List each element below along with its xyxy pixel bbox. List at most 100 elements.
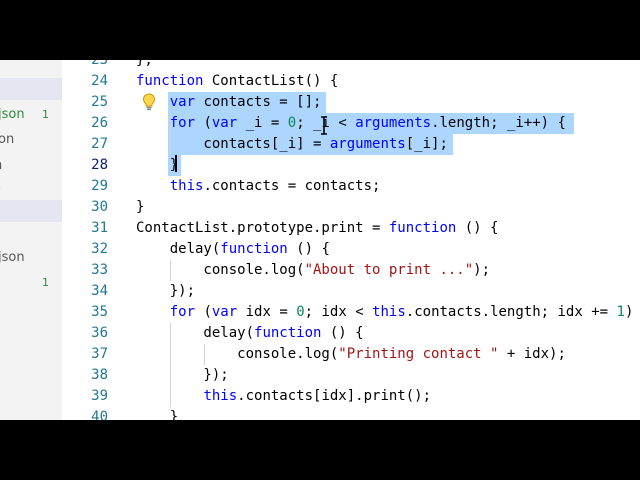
code-text: ContactList.prototype.print = function (…	[136, 218, 498, 239]
code-token: this	[203, 388, 238, 404]
code-token: }	[136, 409, 179, 420]
code-line[interactable]: 38 });	[62, 365, 640, 386]
sidebar-file-name: on	[0, 132, 15, 147]
line-number: 37	[91, 346, 108, 362]
code-token: (	[195, 115, 212, 131]
code-line[interactable]: 32 delay(function () {	[62, 239, 640, 260]
code-token: arguments	[355, 115, 432, 131]
code-line[interactable]: 23};	[62, 60, 640, 71]
code-line[interactable]: 29 this.contacts = contacts;	[62, 176, 640, 197]
line-number: 25	[91, 94, 108, 110]
line-number: 35	[91, 304, 108, 320]
code-line[interactable]: 31 ContactList.prototype.print = function…	[62, 218, 640, 239]
code-line[interactable]: 35 for (var idx = 0; idx < this.contacts…	[62, 302, 640, 323]
code-text: delay(function () {	[136, 239, 330, 260]
code-token: for	[169, 304, 196, 320]
code-token: this	[169, 178, 204, 194]
code-token: delay(	[136, 241, 221, 257]
code-text: });	[136, 365, 229, 386]
code-token: 0	[296, 304, 305, 320]
line-number: 34	[91, 283, 108, 299]
lightbulb-icon[interactable]	[142, 93, 156, 111]
line-number: 24	[91, 73, 108, 89]
code-token: .length; _i++) {	[431, 115, 566, 131]
code-token: );	[473, 262, 491, 278]
code-text: }	[136, 155, 178, 176]
code-text: for (var idx = 0; idx < this.contacts.le…	[136, 302, 634, 323]
code-token: console.log(	[136, 262, 305, 278]
sidebar-file-item[interactable]: on	[0, 130, 62, 150]
code-text: console.log("About to print ...");	[136, 260, 490, 281]
code-token: }	[136, 157, 179, 173]
code-token: .contacts[idx].print();	[237, 388, 432, 404]
sidebar-file-name: s	[0, 177, 1, 197]
explorer-sidebar: json 1 on n s json 1	[0, 60, 62, 420]
code-token: var	[211, 115, 238, 131]
code-token: function	[254, 325, 322, 341]
code-text: };	[136, 60, 153, 71]
screen: json 1 on n s json 1 23};24function Con	[0, 60, 640, 420]
code-line[interactable]: 37 console.log("Printing contact " + idx…	[62, 344, 640, 365]
code-line[interactable]: 24 function ContactList() {	[62, 71, 640, 92]
line-number: 36	[91, 325, 108, 341]
code-text: });	[136, 281, 195, 302]
code-token: (	[195, 304, 212, 320]
code-text: }	[136, 407, 178, 420]
code-line[interactable]: 26 for (var _i = 0; _i < arguments.lengt…	[62, 113, 640, 134]
code-token: function	[220, 241, 288, 257]
code-token: .contacts.length; idx +=	[405, 304, 617, 320]
sidebar-selected-band	[0, 78, 62, 100]
code-line[interactable]: 40 }	[62, 407, 640, 420]
code-line[interactable]: 27 contacts[_i] = arguments[_i];	[62, 134, 640, 155]
code-text: this.contacts[idx].print();	[136, 386, 431, 407]
code-text: contacts[_i] = arguments[_i];	[136, 134, 447, 155]
code-token: contacts = [];	[195, 94, 322, 110]
code-line[interactable]: 28 }	[62, 155, 640, 176]
code-token: ContactList() {	[203, 73, 339, 89]
code-line[interactable]: 30}	[62, 197, 640, 218]
sidebar-file-badge: 1	[42, 108, 49, 121]
code-text: function ContactList() {	[136, 71, 338, 92]
line-number: 32	[91, 241, 108, 257]
code-token: 0	[287, 115, 297, 131]
code-token: contacts[_i] =	[136, 136, 330, 152]
code-line[interactable]: 39 this.contacts[idx].print();	[62, 386, 640, 407]
line-number: 40	[91, 409, 108, 420]
code-token: () {	[456, 220, 499, 236]
line-number: 31	[91, 220, 108, 236]
code-token: var	[211, 304, 238, 320]
code-line[interactable]: 36 delay(function () {	[62, 323, 640, 344]
code-text: this.contacts = contacts;	[136, 176, 381, 197]
sidebar-file-item[interactable]: json	[0, 248, 62, 268]
line-number: 29	[91, 178, 108, 194]
line-number: 23	[91, 60, 108, 68]
code-text: delay(function () {	[136, 323, 363, 344]
code-token: function	[388, 220, 457, 236]
sidebar-file-item[interactable]: s	[0, 177, 62, 197]
ibeam-pointer-icon	[321, 116, 327, 135]
code-token: });	[136, 283, 196, 299]
code-token: idx =	[237, 304, 297, 320]
line-number: 30	[91, 199, 108, 215]
code-text: for (var _i = 0; _i < arguments.length; …	[136, 113, 566, 134]
code-editor[interactable]: 23}; 24 function ContactList() { 25 var con…	[62, 60, 640, 420]
code-token: _i =	[237, 115, 288, 131]
sidebar-file-name: json	[0, 107, 25, 122]
code-text: console.log("Printing contact " + idx);	[136, 344, 566, 365]
sidebar-file-item[interactable]: n	[0, 156, 62, 176]
code-line[interactable]: 34 });	[62, 281, 640, 302]
code-token: }	[136, 199, 145, 215]
line-number: 27	[91, 136, 108, 152]
code-text: var contacts = [];	[136, 92, 322, 113]
code-token: 1	[616, 304, 625, 320]
code-line[interactable]: 33 console.log("About to print ...");	[62, 260, 640, 281]
line-number: 33	[91, 262, 108, 278]
code-token: var	[169, 94, 196, 110]
sidebar-selected-band	[0, 200, 62, 222]
sidebar-file-item[interactable]: 1	[0, 273, 62, 293]
code-token: });	[136, 367, 229, 383]
sidebar-file-item[interactable]: json 1	[0, 105, 62, 125]
